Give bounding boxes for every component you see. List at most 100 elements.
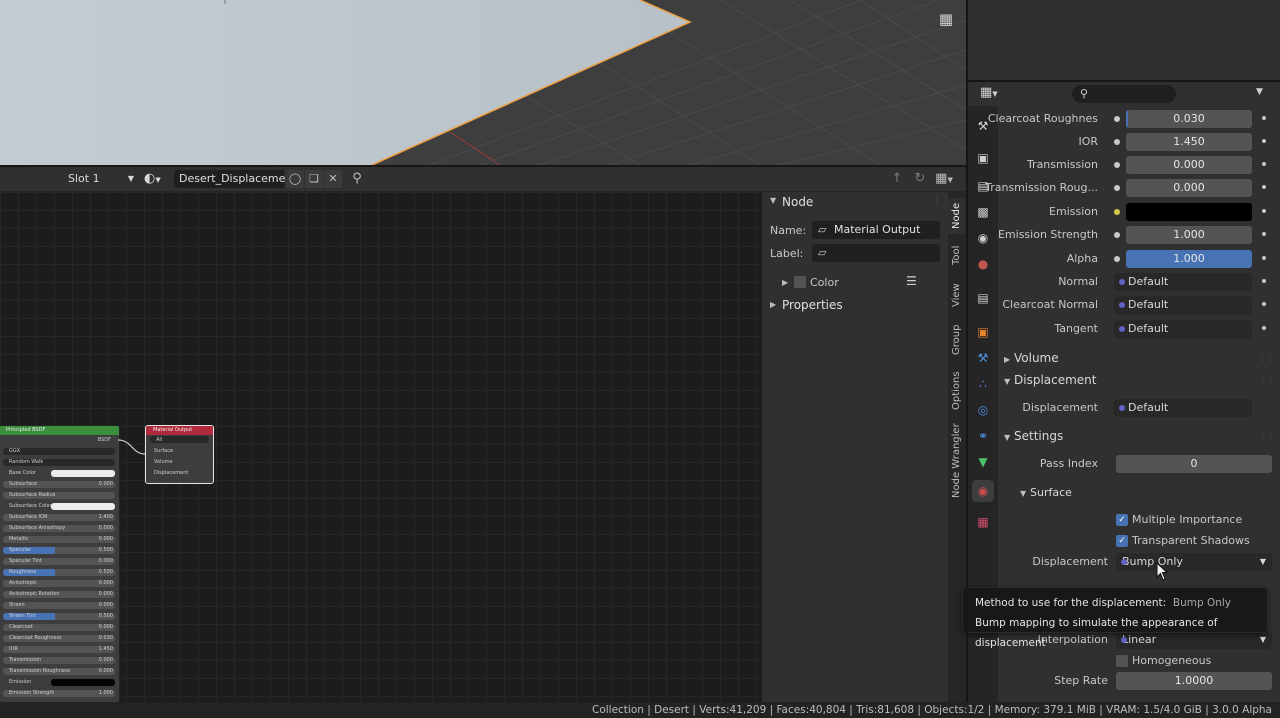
keyframe-dot-icon[interactable] (1262, 209, 1266, 213)
keyframe-dot-icon[interactable] (1262, 256, 1266, 260)
property-row: Alpha 1.000 (998, 249, 1280, 269)
property-label: Emission (1049, 205, 1098, 218)
socket-dot-icon[interactable] (1114, 162, 1120, 168)
tab-view[interactable]: View (948, 278, 966, 312)
shader-sphere-icon[interactable]: ◐▼ (144, 170, 170, 188)
object-icon[interactable]: ▣ (975, 324, 991, 340)
tooltip-detail: Bump mapping to simulate the appearance … (975, 617, 1218, 649)
render-icon[interactable]: ▣ (975, 150, 991, 166)
keyframe-dot-icon[interactable] (1262, 302, 1266, 306)
area-divider[interactable] (966, 0, 968, 702)
search-input[interactable]: ⚲ (1072, 85, 1176, 103)
multiple-importance-checkbox[interactable]: ✓ (1116, 514, 1128, 526)
grid-view-icon[interactable]: ▦ (934, 8, 958, 30)
displacement-section[interactable]: ▼ Displacement ⋮⋮ (998, 369, 1280, 391)
property-label: IOR (1078, 135, 1098, 148)
collapse-arrow-icon[interactable]: ▼ (770, 196, 776, 205)
volume-section[interactable]: ▶ Volume ⋮⋮ (998, 347, 1280, 369)
modifier-wrench-icon[interactable]: ⚒ (975, 350, 991, 366)
settings-section[interactable]: ▼ Settings ⋮⋮ (998, 425, 1280, 447)
tooltip: Method to use for the displacement: Bump… (962, 587, 1268, 649)
keyframe-dot-icon[interactable] (1262, 116, 1266, 120)
multiple-importance-label: Multiple Importance (1132, 513, 1243, 526)
node-label-field[interactable]: ▱ (812, 244, 940, 262)
socket-dot-icon[interactable] (1114, 139, 1120, 145)
texture-icon[interactable]: ▦ (975, 514, 991, 530)
empty-area (968, 0, 1280, 80)
slot-dropdown[interactable]: Slot 1 ▼ (62, 170, 138, 188)
property-value-field[interactable]: 0.030 (1126, 110, 1252, 128)
node-name-field[interactable]: ▱ Material Output (812, 221, 940, 239)
property-value-field[interactable]: 1.000 (1126, 250, 1252, 268)
material-name-field[interactable]: Desert_Displacement (174, 170, 297, 188)
tab-tool[interactable]: Tool (948, 240, 966, 270)
list-icon[interactable]: ☰ (906, 274, 917, 288)
snap-icon[interactable]: ↻ (911, 170, 929, 188)
parent-node-tree-icon[interactable]: ↑ (888, 170, 906, 188)
physics-icon[interactable]: ◎ (975, 402, 991, 418)
chevron-down-icon[interactable]: ▼ (1256, 87, 1263, 97)
area-divider[interactable] (968, 80, 1280, 82)
displacement-method-dropdown[interactable]: Bump Only ▼ (1116, 553, 1272, 571)
keyframe-dot-icon[interactable] (1262, 279, 1266, 283)
tab-node[interactable]: Node (948, 198, 966, 234)
object-data-icon[interactable]: ▼ (975, 454, 991, 470)
property-value-field[interactable]: 1.450 (1126, 133, 1252, 151)
color-checkbox[interactable] (794, 276, 806, 288)
collection-icon[interactable]: ▤ (975, 290, 991, 306)
pin-icon[interactable]: ⚲ (348, 170, 366, 188)
socket-dot-icon[interactable] (1114, 232, 1120, 238)
socket-dot-icon[interactable] (1114, 185, 1120, 191)
node-name-value: Material Output (834, 223, 921, 236)
step-rate-field[interactable]: 1.0000 (1116, 672, 1272, 690)
property-value-field[interactable]: 1.000 (1126, 226, 1252, 244)
material-icon[interactable]: ◉ (972, 480, 994, 502)
keyframe-dot-icon[interactable] (1262, 162, 1266, 166)
property-socket-field[interactable]: Default (1114, 273, 1252, 291)
socket-dot-icon[interactable] (1114, 209, 1120, 215)
keyframe-dot-icon[interactable] (1262, 326, 1266, 330)
overlay-icon[interactable]: ▦▼ (930, 170, 958, 188)
homogeneous-checkbox[interactable] (1116, 655, 1128, 667)
area-divider[interactable] (0, 165, 966, 167)
property-value-field[interactable]: 0.000 (1126, 179, 1252, 197)
expand-arrow-icon[interactable]: ▶ (770, 300, 776, 309)
tab-options[interactable]: Options (948, 368, 966, 414)
pass-index-field[interactable]: 0 (1116, 455, 1272, 473)
world-icon[interactable]: ● (975, 256, 991, 272)
pass-index-row: Pass Index 0 (998, 454, 1280, 474)
keyframe-dot-icon[interactable] (1262, 139, 1266, 143)
duplicate-material-icon[interactable]: ❏ (305, 170, 323, 188)
property-row: Emission (998, 202, 1280, 222)
node-section-title: Node (782, 195, 814, 209)
constraints-icon[interactable]: ⚭ (975, 428, 991, 444)
property-value-field[interactable]: 0.000 (1126, 156, 1252, 174)
tab-group[interactable]: Group (948, 320, 966, 360)
close-icon[interactable]: ✕ (324, 170, 342, 188)
expand-arrow-icon[interactable]: ▶ (782, 278, 788, 287)
blender-window: ▦ Slot 1 ▼ ◐▼ Desert_Displacement ◯ ❏ ✕ … (0, 0, 1280, 718)
transparent-shadows-checkbox[interactable]: ✓ (1116, 535, 1128, 547)
keyframe-dot-icon[interactable] (1262, 232, 1266, 236)
editor-type-icon[interactable]: ▦▼ (980, 85, 998, 100)
label-label: Label: (770, 247, 804, 260)
keyframe-dot-icon[interactable] (1262, 185, 1266, 189)
displacement-socket-field[interactable]: Default (1114, 399, 1252, 417)
property-row: Transmission 0.000 (998, 155, 1280, 175)
surface-subsection[interactable]: ▼ Surface (1014, 482, 1280, 504)
displacement-method-value: Bump Only (1122, 555, 1183, 568)
scene-icon[interactable]: ◉ (975, 230, 991, 246)
socket-dot-icon[interactable] (1114, 116, 1120, 122)
fake-user-shield-icon[interactable]: ◯ (286, 170, 304, 188)
properties-section-title: Properties (782, 298, 843, 312)
property-value-field[interactable] (1126, 203, 1252, 221)
particles-icon[interactable]: ∴ (975, 376, 991, 392)
socket-dot-icon[interactable] (1114, 256, 1120, 262)
property-label: Alpha (1066, 252, 1098, 265)
property-socket-field[interactable]: Default (1114, 296, 1252, 314)
node-editor-canvas[interactable]: Principled BSDF BSDF GGX Random Walk Bas… (0, 192, 762, 702)
view-layer-icon[interactable]: ▩ (975, 204, 991, 220)
property-socket-field[interactable]: Default (1114, 320, 1252, 338)
tab-node-wrangler[interactable]: Node Wrangler (948, 422, 966, 500)
3d-viewport[interactable]: ▦ (0, 0, 966, 165)
